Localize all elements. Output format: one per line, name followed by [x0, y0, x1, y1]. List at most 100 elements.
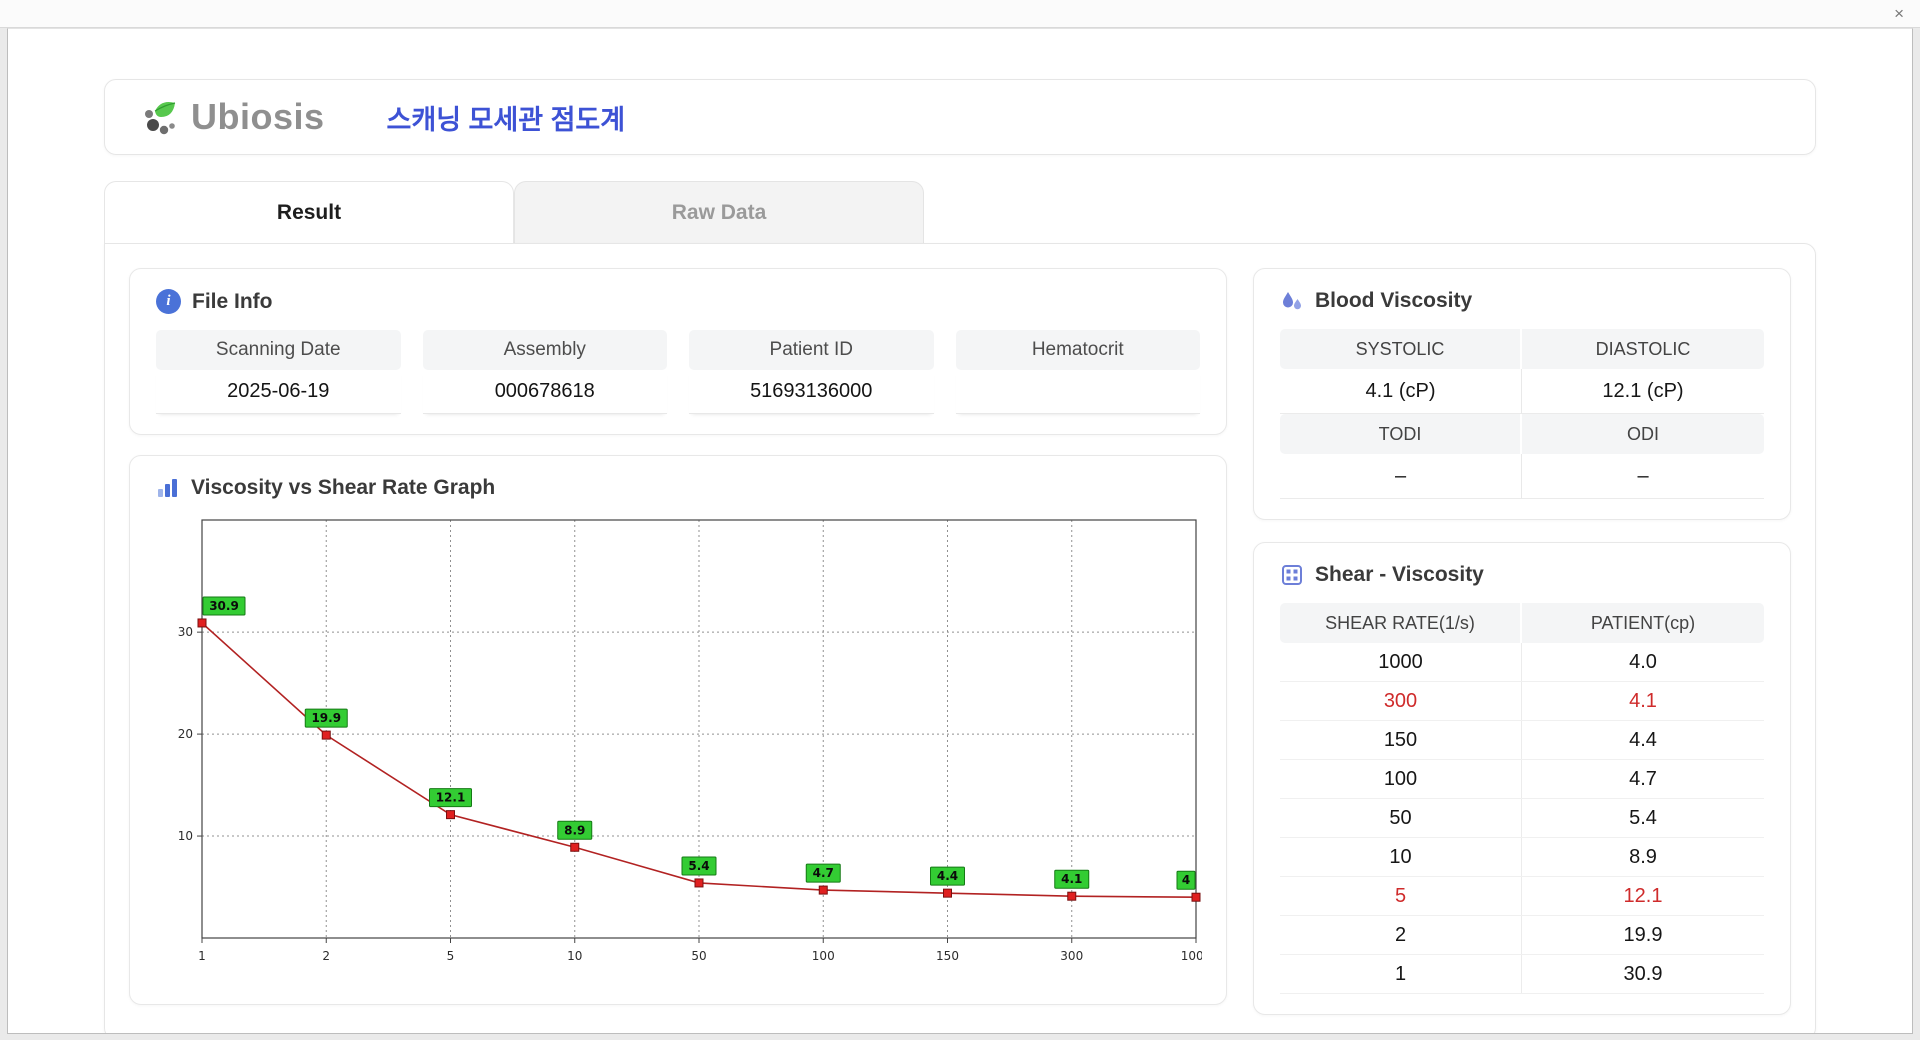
- brand-logo-icon: [145, 102, 176, 135]
- svg-text:100: 100: [812, 949, 835, 963]
- bar-chart-icon: [158, 479, 177, 497]
- todi-label: TODI: [1280, 414, 1522, 454]
- shear-rate-value: 10: [1280, 838, 1522, 876]
- svg-text:5.4: 5.4: [688, 859, 709, 873]
- svg-text:8.9: 8.9: [564, 823, 585, 837]
- info-icon: i: [156, 289, 181, 314]
- field-label: Scanning Date: [156, 330, 401, 370]
- svg-text:4: 4: [1182, 873, 1190, 887]
- svg-text:1000: 1000: [1181, 949, 1202, 963]
- result-panel: i File Info Scanning Date 2025-06-19 Ass…: [104, 243, 1816, 1033]
- systolic-label: SYSTOLIC: [1280, 329, 1522, 369]
- viscosity-shear-chart: 10 20 30 1 2 5 10 50 100 150 300 1000 30.9 19.9 12.1 8.…: [178, 519, 1202, 963]
- odi-value: –: [1522, 454, 1764, 499]
- brand-logo: Ubiosis: [141, 95, 325, 139]
- shear-rate-value: 5: [1280, 877, 1522, 915]
- blood-viscosity-grid: SYSTOLIC DIASTOLIC 4.1 (cP) 12.1 (cP) TO…: [1280, 329, 1764, 499]
- shear-table-body: 1000 4.0 300 4.1 150 4.4 100 4.7 50 5.4 10 8.9 5 12.1…: [1280, 643, 1764, 994]
- header-card: Ubiosis 스캐닝 모세관 점도계: [104, 79, 1816, 155]
- field-label: Patient ID: [689, 330, 934, 370]
- field-assembly: Assembly 000678618: [422, 330, 667, 414]
- brand-name: Ubiosis: [191, 96, 325, 137]
- file-info-fields: Scanning Date 2025-06-19 Assembly 000678…: [156, 330, 1200, 414]
- file-info-title-row: i File Info: [156, 289, 1200, 314]
- patient-viscosity-value: 4.4: [1629, 728, 1657, 751]
- content: Ubiosis 스캐닝 모세관 점도계 Result Raw Data i Fi…: [8, 29, 1912, 1033]
- shear-rate-value: 50: [1280, 799, 1522, 837]
- patient-viscosity-value: 4.1: [1629, 689, 1657, 712]
- patient-viscosity-value: 19.9: [1623, 923, 1663, 946]
- svg-text:4.7: 4.7: [813, 866, 834, 880]
- svg-text:4.4: 4.4: [937, 869, 958, 883]
- left-column: i File Info Scanning Date 2025-06-19 Ass…: [129, 268, 1227, 1015]
- shear-rate-value: 2: [1280, 916, 1522, 954]
- svg-text:10: 10: [178, 829, 193, 843]
- field-label: Hematocrit: [955, 330, 1200, 370]
- svg-text:150: 150: [936, 949, 959, 963]
- tab-result[interactable]: Result: [104, 181, 514, 243]
- graph-title: Viscosity vs Shear Rate Graph: [191, 476, 496, 499]
- svg-text:10: 10: [567, 949, 582, 963]
- patient-viscosity-value: 4.7: [1629, 767, 1657, 790]
- patient-column-header: PATIENT(cp): [1522, 603, 1764, 643]
- blood-viscosity-title: Blood Viscosity: [1315, 289, 1473, 312]
- shear-rate-value: 1: [1280, 955, 1522, 993]
- right-column: Blood Viscosity SYSTOLIC DIASTOLIC 4.1 (…: [1253, 268, 1791, 1015]
- shear-rate-column-header: SHEAR RATE(1/s): [1280, 603, 1522, 643]
- shear-table-row: 100 4.7: [1280, 760, 1764, 799]
- tab-bar: Result Raw Data: [104, 181, 1816, 243]
- svg-text:30: 30: [178, 625, 193, 639]
- shear-viscosity-title-row: Shear - Viscosity: [1280, 563, 1764, 587]
- field-scanning-date: Scanning Date 2025-06-19: [156, 330, 401, 414]
- droplets-icon: [1283, 292, 1301, 310]
- page: Ubiosis 스캐닝 모세관 점도계 Result Raw Data i Fi…: [7, 28, 1913, 1034]
- svg-text:20: 20: [178, 727, 193, 741]
- close-icon[interactable]: ×: [1894, 5, 1904, 22]
- shear-table-row: 2 19.9: [1280, 916, 1764, 955]
- shear-viscosity-card: Shear - Viscosity SHEAR RATE(1/s) PATIEN…: [1253, 542, 1791, 1015]
- shear-table-row: 150 4.4: [1280, 721, 1764, 760]
- odi-label: ODI: [1522, 414, 1764, 454]
- blood-viscosity-card: Blood Viscosity SYSTOLIC DIASTOLIC 4.1 (…: [1253, 268, 1791, 520]
- file-info-card: i File Info Scanning Date 2025-06-19 Ass…: [129, 268, 1227, 435]
- graph-card: Viscosity vs Shear Rate Graph 10 20 30 1 2 5 1…: [129, 455, 1227, 1005]
- field-label: Assembly: [422, 330, 667, 370]
- svg-text:30.9: 30.9: [209, 599, 239, 613]
- shear-table-row: 10 8.9: [1280, 838, 1764, 877]
- viscosity-chart: 10 20 30 1 2 5 10 50 100 150 300 1000 30.9 19.9 12.1 8.…: [156, 514, 1202, 984]
- blood-viscosity-title-row: Blood Viscosity: [1280, 289, 1764, 313]
- shear-table-header: SHEAR RATE(1/s) PATIENT(cp): [1280, 603, 1764, 643]
- tab-raw-data[interactable]: Raw Data: [514, 181, 924, 243]
- svg-text:2: 2: [322, 949, 330, 963]
- field-value: 2025-06-19: [156, 370, 401, 414]
- patient-viscosity-value: 5.4: [1629, 806, 1657, 829]
- shear-rate-value: 1000: [1280, 643, 1522, 681]
- svg-text:50: 50: [691, 949, 706, 963]
- shear-table-row: 1 30.9: [1280, 955, 1764, 994]
- shear-table-row: 1000 4.0: [1280, 643, 1764, 682]
- svg-text:1: 1: [198, 949, 206, 963]
- field-value: [955, 370, 1200, 414]
- shear-table-row: 50 5.4: [1280, 799, 1764, 838]
- table-icon: [1282, 565, 1302, 585]
- field-value: 51693136000: [689, 370, 934, 414]
- svg-text:19.9: 19.9: [311, 711, 341, 725]
- shear-viscosity-title: Shear - Viscosity: [1315, 563, 1484, 586]
- diastolic-value: 12.1 (cP): [1522, 369, 1764, 414]
- field-patient-id: Patient ID 51693136000: [689, 330, 934, 414]
- patient-viscosity-value: 12.1: [1623, 884, 1663, 907]
- svg-text:5: 5: [447, 949, 455, 963]
- shear-table-row: 5 12.1: [1280, 877, 1764, 916]
- svg-text:4.1: 4.1: [1061, 872, 1082, 886]
- field-hematocrit: Hematocrit: [955, 330, 1200, 414]
- graph-title-row: Viscosity vs Shear Rate Graph: [156, 476, 1200, 500]
- patient-viscosity-value: 30.9: [1623, 962, 1663, 985]
- page-title: 스캐닝 모세관 점도계: [386, 104, 626, 135]
- patient-viscosity-value: 4.0: [1629, 650, 1657, 673]
- svg-text:300: 300: [1060, 949, 1083, 963]
- shear-rate-value: 100: [1280, 760, 1522, 798]
- patient-viscosity-value: 8.9: [1629, 845, 1657, 868]
- shear-rate-value: 300: [1280, 682, 1522, 720]
- todi-value: –: [1280, 454, 1522, 499]
- window-titlebar: ×: [0, 0, 1920, 28]
